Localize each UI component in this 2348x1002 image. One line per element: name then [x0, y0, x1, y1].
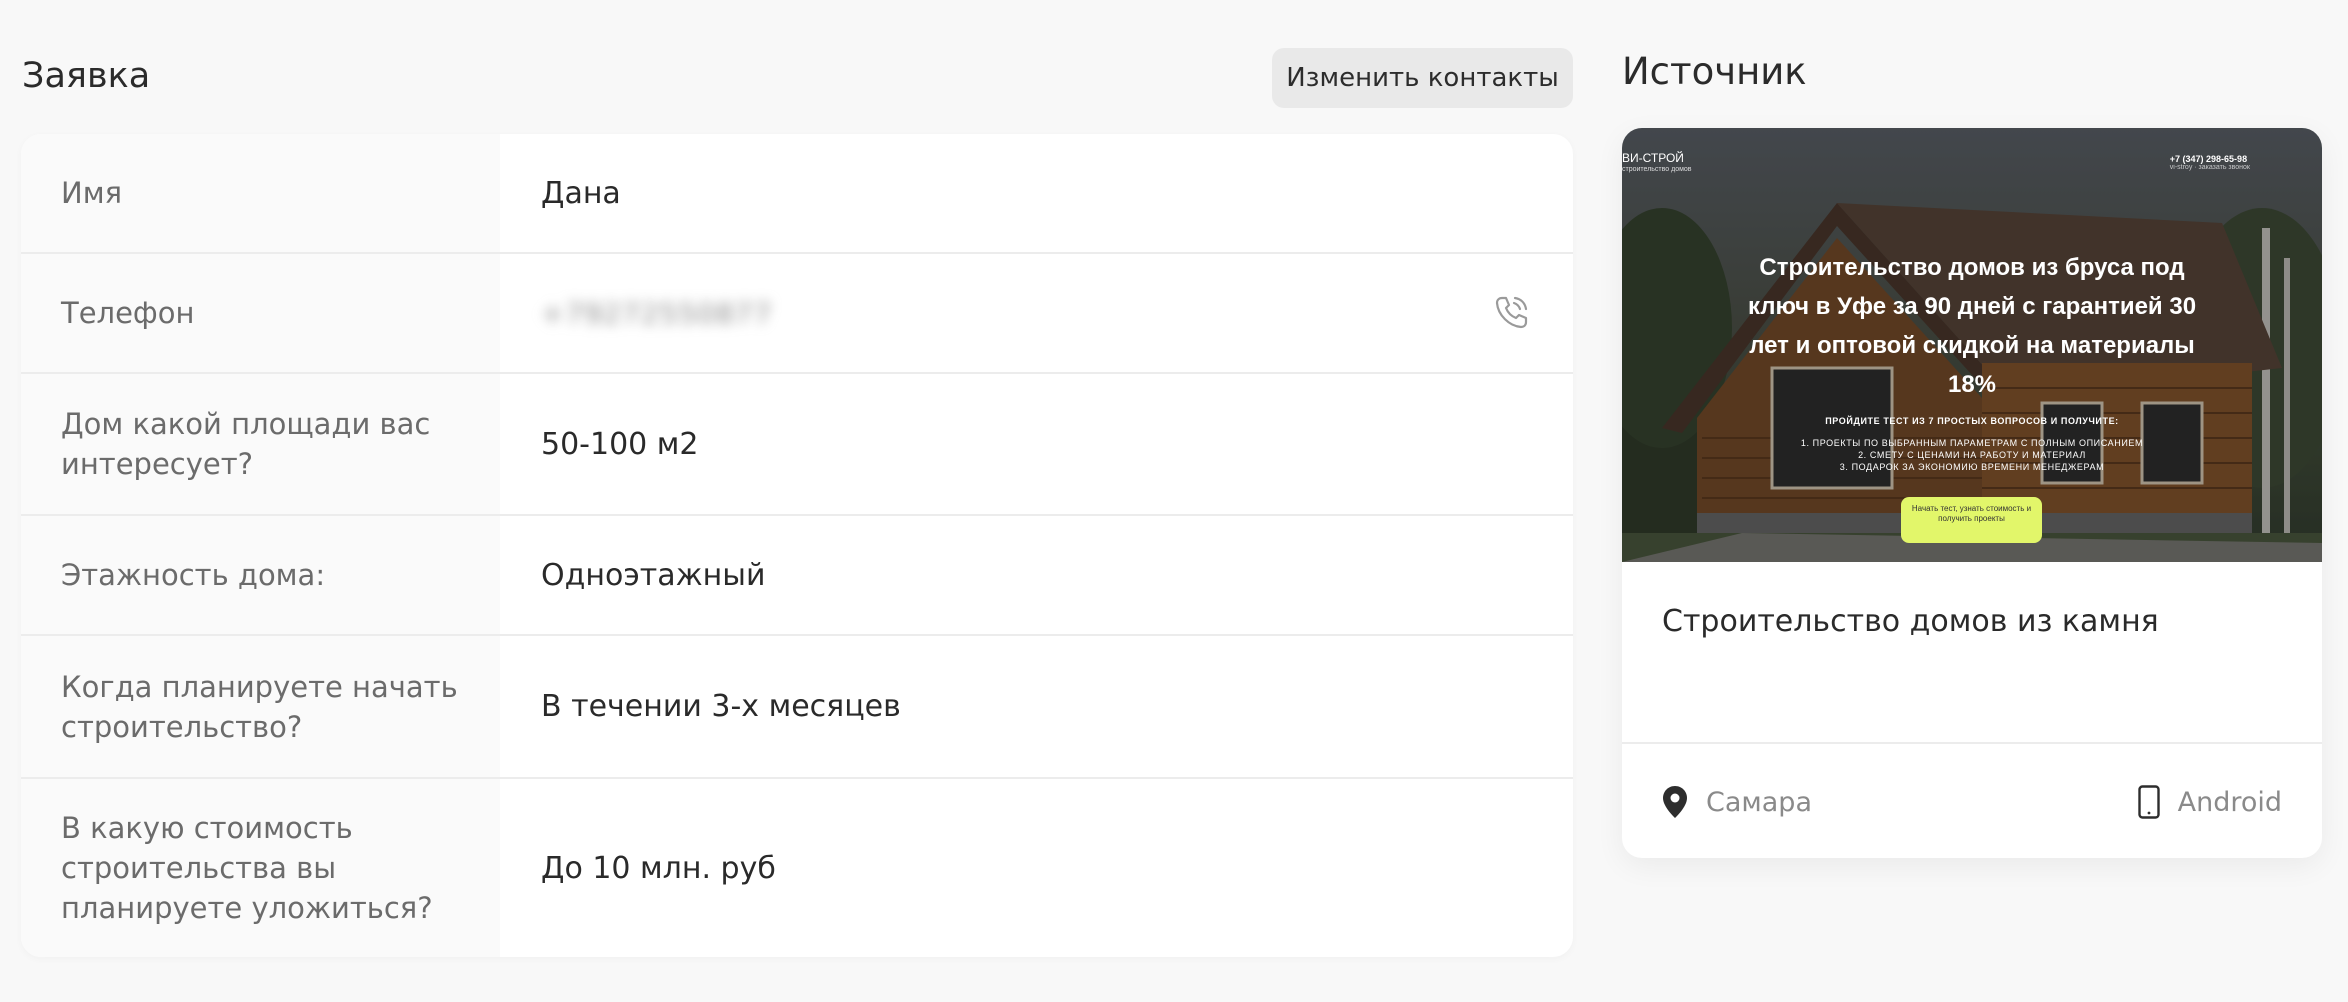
preview-list-item: 2. СМЕТУ С ЦЕНАМИ НА РАБОТУ И МАТЕРИАЛ: [1858, 450, 2086, 460]
divider: [1622, 742, 2322, 744]
source-city: Самара: [1662, 780, 1812, 824]
landing-preview-image[interactable]: ВИ-СТРОЙ строительство домов +7 (347) 29…: [1622, 128, 2322, 562]
request-header: Заявка Изменить контакты: [21, 48, 1573, 108]
field-label: Дом какой площади вас интересует?: [21, 374, 500, 514]
source-section: Источник ВИ-СТРОЙ строительство домов +7…: [1622, 48, 2322, 858]
preview-offer: ПРОЙДИТЕ ТЕСТ ИЗ 7 ПРОСТЫХ ВОПРОСОВ И ПО…: [1772, 415, 2172, 473]
field-value: В течении 3-х месяцев: [541, 689, 901, 724]
preview-brand-sub: строительство домов: [1622, 166, 1692, 173]
field-row-name: Имя Дана: [21, 134, 1573, 254]
phone-call-icon[interactable]: [1491, 292, 1531, 332]
preview-cta-button: Начать тест, узнать стоимость и получить…: [1901, 497, 2042, 543]
field-row-phone: Телефон +79272550877: [21, 254, 1573, 374]
preview-brand-name: ВИ-СТРОЙ: [1622, 151, 1684, 165]
field-value: До 10 млн. руб: [541, 850, 776, 886]
request-title: Заявка: [22, 56, 151, 96]
smartphone-icon: [2137, 785, 2160, 819]
preview-phone-sub: vi-stroy · заказать звонок: [2169, 164, 2250, 171]
phone-number-hidden: +79272550877: [541, 296, 773, 330]
field-value-phone: +79272550877: [500, 254, 1573, 372]
location-pin-icon: [1663, 786, 1687, 818]
field-row-start: Когда планируете начать строительство? В…: [21, 636, 1573, 779]
preview-phone: +7 (347) 298-65-98 vi-stroy · заказать з…: [2170, 154, 2250, 171]
field-value: Одноэтажный: [541, 557, 766, 593]
source-card[interactable]: ВИ-СТРОЙ строительство домов +7 (347) 29…: [1622, 128, 2322, 858]
request-card: Имя Дана Телефон +79272550877 Дом какой …: [21, 134, 1573, 957]
edit-contacts-button[interactable]: Изменить контакты: [1272, 48, 1573, 108]
source-device: Android: [2137, 780, 2282, 824]
source-name: Строительство домов из камня: [1662, 604, 2159, 639]
field-label: Имя: [21, 134, 500, 252]
device-label: Android: [2177, 786, 2282, 818]
field-row-floors: Этажность дома: Одноэтажный: [21, 516, 1573, 636]
preview-subheading: ПРОЙДИТЕ ТЕСТ ИЗ 7 ПРОСТЫХ ВОПРОСОВ И ПО…: [1825, 416, 2119, 426]
preview-list-item: 1. ПРОЕКТЫ ПО ВЫБРАННЫМ ПАРАМЕТРАМ С ПОЛ…: [1800, 438, 2144, 448]
source-title: Источник: [1622, 50, 1807, 93]
city-label: Самара: [1706, 786, 1812, 818]
field-row-budget: В какую стоимость строительства вы плани…: [21, 779, 1573, 957]
field-value: 50-100 м2: [541, 426, 699, 462]
field-label: Телефон: [21, 254, 500, 372]
preview-brand: ВИ-СТРОЙ строительство домов: [1622, 152, 1692, 176]
field-row-area: Дом какой площади вас интересует? 50-100…: [21, 374, 1573, 516]
field-value: Дана: [541, 175, 621, 211]
preview-phone-number: +7 (347) 298-65-98: [2169, 154, 2248, 164]
field-label: Когда планируете начать строительство?: [21, 636, 500, 777]
request-section: Заявка Изменить контакты Имя Дана Телефо…: [21, 48, 1573, 957]
field-label: Этажность дома:: [21, 516, 500, 634]
field-label: В какую стоимость строительства вы плани…: [21, 779, 500, 957]
preview-list-item: 3. ПОДАРОК ЗА ЭКОНОМИЮ ВРЕМЕНИ МЕНЕДЖЕРА…: [1839, 462, 2105, 472]
preview-heading: Строительство домов из бруса под ключ в …: [1747, 254, 2197, 398]
